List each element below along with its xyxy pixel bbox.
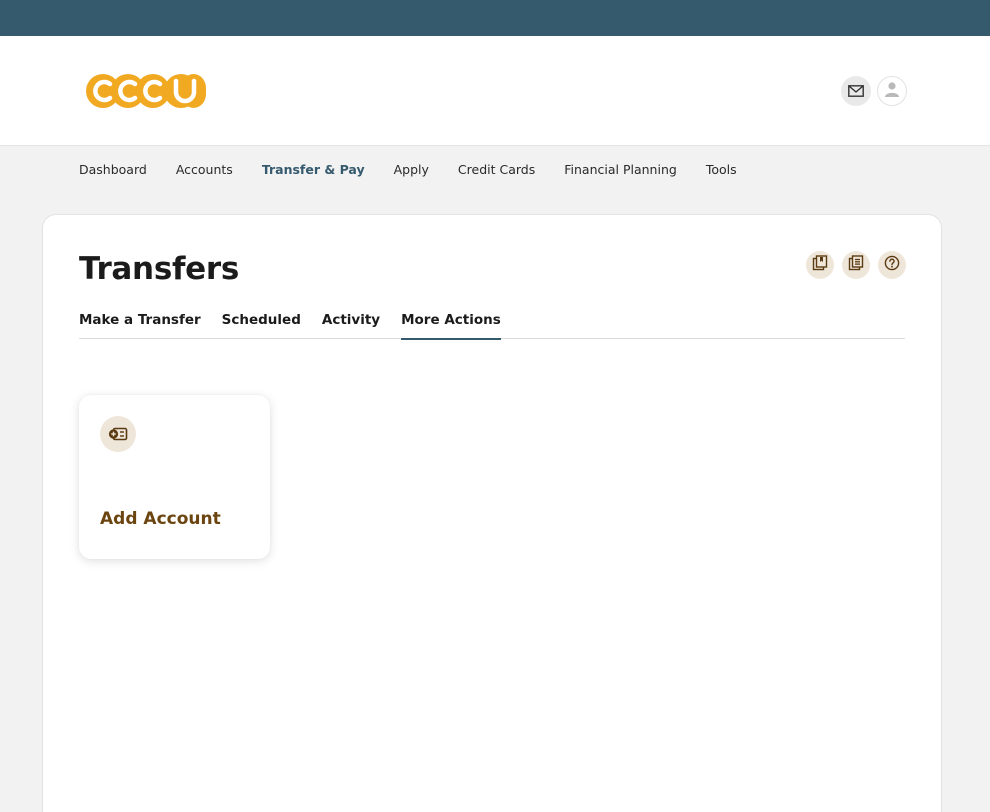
profile-button[interactable] bbox=[877, 76, 907, 106]
top-strip bbox=[0, 0, 990, 36]
nav-item-accounts[interactable]: Accounts bbox=[176, 161, 233, 179]
add-account-icon bbox=[100, 416, 136, 452]
site-header bbox=[0, 36, 990, 146]
transfers-panel: Transfers Make a Transfer Scheduled Acti… bbox=[42, 214, 942, 812]
tab-activity[interactable]: Activity bbox=[322, 311, 380, 339]
add-account-tile[interactable]: Add Account bbox=[79, 395, 270, 559]
page-tools bbox=[806, 251, 906, 279]
cccu-logo[interactable] bbox=[84, 72, 208, 110]
tab-make-a-transfer[interactable]: Make a Transfer bbox=[79, 311, 201, 339]
nav-item-financial-planning[interactable]: Financial Planning bbox=[564, 161, 677, 179]
bookmark-add-button[interactable] bbox=[806, 251, 834, 279]
help-icon bbox=[884, 255, 900, 275]
tab-more-actions[interactable]: More Actions bbox=[401, 311, 501, 340]
tab-scheduled[interactable]: Scheduled bbox=[222, 311, 301, 339]
help-button[interactable] bbox=[878, 251, 906, 279]
statements-button[interactable] bbox=[842, 251, 870, 279]
nav-item-dashboard[interactable]: Dashboard bbox=[79, 161, 147, 179]
page-title: Transfers bbox=[79, 251, 240, 287]
messages-button[interactable] bbox=[841, 76, 871, 106]
bookmark-add-icon bbox=[812, 255, 828, 275]
transfer-tabs: Make a Transfer Scheduled Activity More … bbox=[79, 311, 905, 340]
nav-item-credit-cards[interactable]: Credit Cards bbox=[458, 161, 535, 179]
nav-item-tools[interactable]: Tools bbox=[706, 161, 737, 179]
mail-icon bbox=[848, 82, 864, 101]
add-account-label: Add Account bbox=[100, 509, 221, 529]
document-list-icon bbox=[848, 255, 864, 275]
user-icon bbox=[884, 81, 900, 101]
nav-item-apply[interactable]: Apply bbox=[394, 161, 429, 179]
nav-item-transfer-pay[interactable]: Transfer & Pay bbox=[262, 161, 365, 179]
main-nav: Dashboard Accounts Transfer & Pay Apply … bbox=[79, 161, 766, 179]
